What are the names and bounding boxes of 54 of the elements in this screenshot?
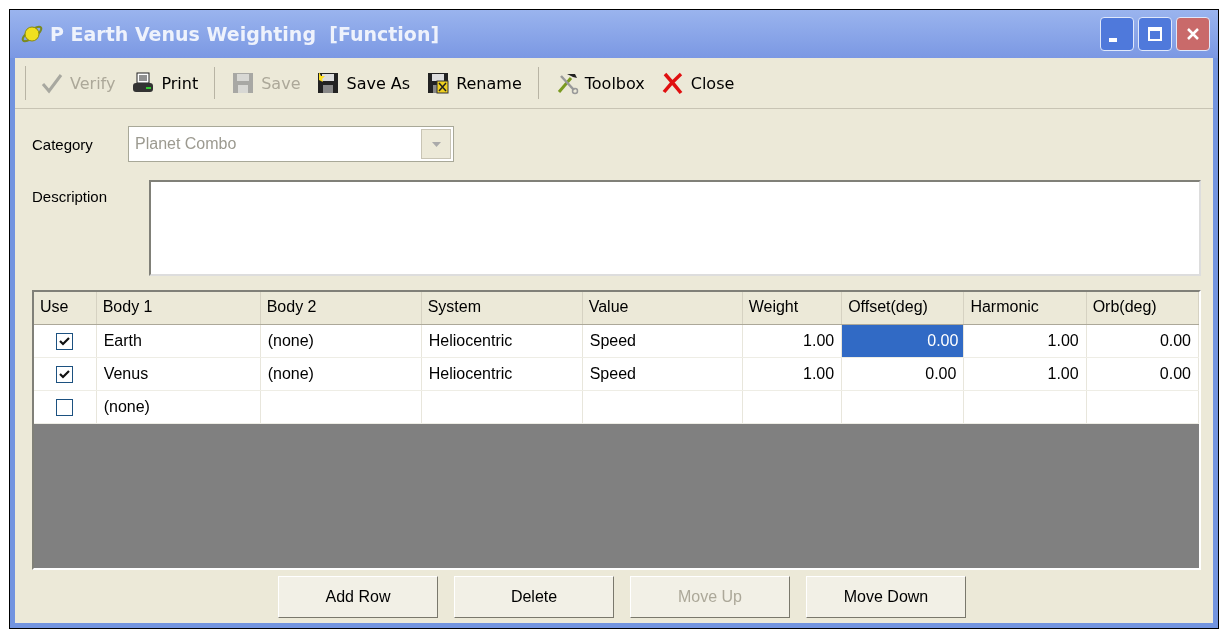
table-cell-text: (none) <box>266 364 315 384</box>
window-title: P Earth Venus Weighting [Function] <box>50 23 441 45</box>
column-header[interactable]: Offset(deg) <box>842 292 965 324</box>
column-header[interactable]: Value <box>582 292 743 324</box>
column-header[interactable]: Orb(deg) <box>1086 292 1199 324</box>
column-header[interactable]: Harmonic <box>964 292 1087 324</box>
column-header[interactable]: Weight <box>742 292 843 324</box>
maximize-button[interactable] <box>1138 17 1172 51</box>
caret-icon <box>431 141 441 147</box>
description-field[interactable] <box>149 180 1201 276</box>
check-icon <box>40 71 64 95</box>
category-label: Category <box>32 135 94 153</box>
table-cell-text: Earth <box>102 331 143 351</box>
close-icon <box>1185 26 1201 42</box>
cross-icon <box>660 71 685 95</box>
minimize-icon <box>1109 38 1117 42</box>
toolbar-button[interactable]: Rename <box>420 71 528 95</box>
floppy-disk-x-icon <box>426 71 451 95</box>
close-button[interactable] <box>1176 17 1210 51</box>
description-label: Description <box>32 187 109 207</box>
table-cell-text: Speed <box>588 364 637 384</box>
table-cell-text: 1.00 <box>1046 364 1080 384</box>
checkbox[interactable] <box>56 332 74 350</box>
table-cell-text: (none) <box>102 397 151 417</box>
toolbar-button[interactable]: Close <box>654 71 741 95</box>
table-cell-text: 0.00 <box>924 364 958 384</box>
table-cell-text: 0.00 <box>1158 331 1192 351</box>
push-button[interactable]: Move Down <box>806 576 966 618</box>
column-header[interactable]: System <box>421 292 583 324</box>
column-header[interactable]: Body 2 <box>260 292 422 324</box>
toolbar-button[interactable]: Save As <box>310 71 417 95</box>
table-cell-text: Heliocentric <box>427 331 514 351</box>
table-cell-text: 1.00 <box>802 364 836 384</box>
push-button[interactable]: Delete <box>454 576 614 618</box>
table-cell-text: 1.00 <box>1046 331 1080 351</box>
minimize-button[interactable] <box>1100 17 1134 51</box>
column-header[interactable]: Body 1 <box>96 292 261 324</box>
push-button[interactable]: Add Row <box>278 576 438 618</box>
printer-icon <box>131 71 156 95</box>
toolbar-button[interactable]: Print <box>125 71 205 95</box>
toolbar-button[interactable]: Toolbox <box>548 71 651 95</box>
table-cell: 0.00 <box>842 325 964 357</box>
table-cell-text: (none) <box>266 331 315 351</box>
table-cell-text: Speed <box>588 331 637 351</box>
checkmark-icon <box>58 367 72 381</box>
maximize-icon <box>1147 26 1163 42</box>
checkmark-icon <box>58 334 72 348</box>
table-cell-text: 1.00 <box>802 331 836 351</box>
column-header[interactable]: Use <box>34 292 97 324</box>
checkbox[interactable] <box>56 365 74 383</box>
table-cell-text: 0.00 <box>1158 364 1192 384</box>
table-cell-text: Venus <box>102 364 150 384</box>
table-cell-text: Heliocentric <box>427 364 514 384</box>
checkbox[interactable] <box>56 398 74 416</box>
